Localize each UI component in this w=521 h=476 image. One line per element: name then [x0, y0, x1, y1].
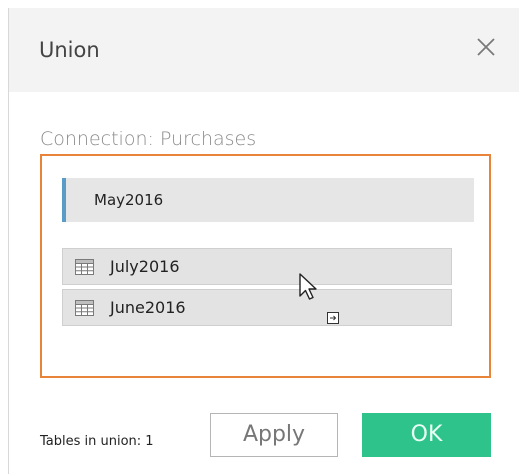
dialog-title: Union [39, 38, 100, 62]
union-dialog: Union Connection: Purchases May2016 July… [8, 8, 519, 474]
dragged-table-item[interactable]: June2016 [62, 289, 452, 326]
table-icon [75, 300, 94, 316]
tables-in-union-count: Tables in union: 1 [40, 434, 154, 449]
union-drop-zone[interactable]: May2016 July2016 June2016 [40, 154, 491, 378]
drop-indicator-icon [327, 309, 339, 324]
arrow-cursor-icon [298, 272, 322, 302]
dragged-table-label: July2016 [110, 257, 180, 276]
table-icon [75, 259, 94, 275]
union-table-label: May2016 [94, 191, 164, 209]
connection-label: Connection: Purchases [40, 128, 257, 150]
dragged-table-label: June2016 [110, 298, 186, 317]
ok-button[interactable]: OK [362, 413, 491, 457]
close-icon[interactable] [471, 32, 501, 62]
dragged-table-item[interactable]: July2016 [62, 248, 452, 285]
apply-button[interactable]: Apply [210, 413, 338, 457]
union-table-item[interactable]: May2016 [62, 178, 474, 222]
dialog-titlebar: Union [9, 8, 519, 92]
